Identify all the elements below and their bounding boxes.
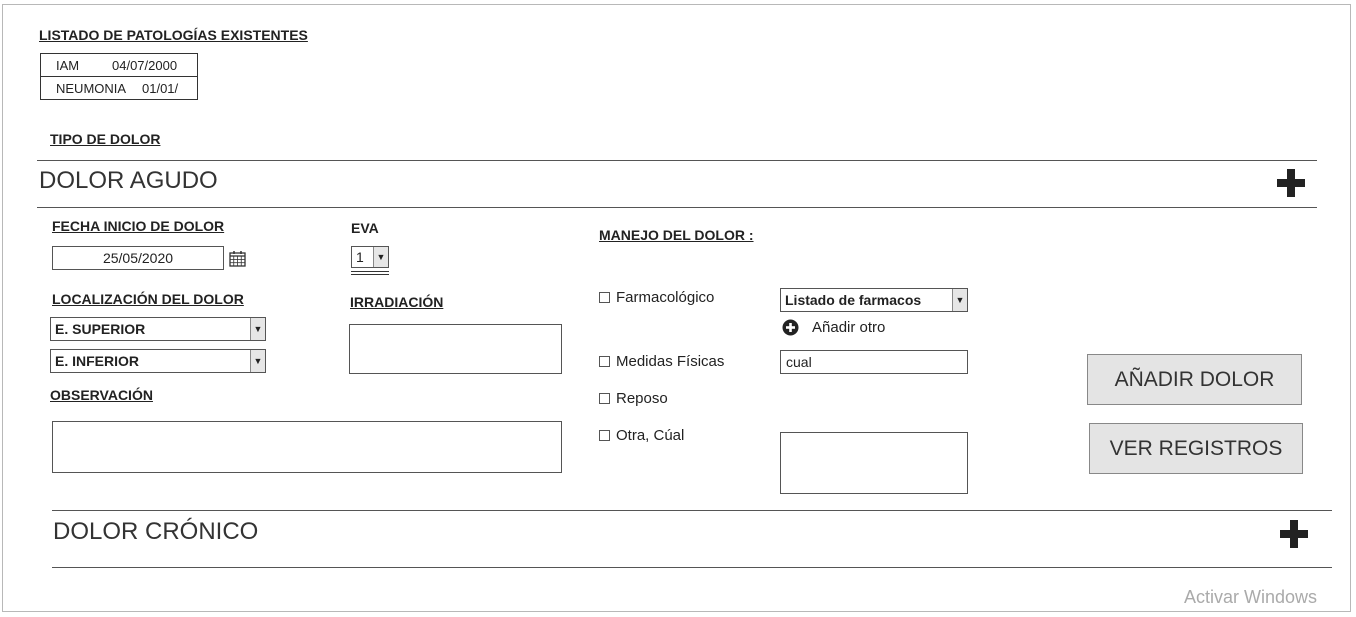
checkbox-box[interactable] [599,356,610,367]
divider [52,567,1332,568]
eva-label: EVA [351,220,379,236]
dolor-agudo-title[interactable]: DOLOR AGUDO [39,167,218,195]
eva-underline [351,274,389,275]
anadir-dolor-button[interactable]: AÑADIR DOLOR [1087,354,1302,405]
tipo-dolor-label: TIPO DE DOLOR [50,131,161,147]
chevron-down-icon[interactable]: ▼ [373,247,388,267]
localizacion-value-2: E. INFERIOR [55,353,140,369]
farmacologico-label: Farmacológico [616,289,715,306]
farmacos-value: Listado de farmacos [785,292,922,308]
farmacologico-checkbox[interactable]: Farmacológico [599,289,714,306]
patologias-table: IAM 04/07/2000 NEUMONIA 01/01/ [40,53,198,100]
localizacion-select-2[interactable]: E. INFERIOR ▼ [50,349,266,373]
anadir-otro-link[interactable]: Añadir otro [782,319,885,336]
divider [37,160,1317,161]
medidas-label: Medidas Físicas [616,353,725,370]
chevron-down-icon[interactable]: ▼ [250,318,265,340]
patologia-name: IAM [56,57,80,73]
patologia-date: 01/01/ [142,80,179,96]
otra-textarea[interactable] [780,432,968,494]
divider [52,510,1332,511]
patologias-title: LISTADO DE PATOLOGÍAS EXISTENTES [39,27,308,43]
eva-underline [351,271,389,272]
divider [37,207,1317,208]
otra-checkbox[interactable]: Otra, Cúal [599,427,684,444]
checkbox-box[interactable] [599,292,610,303]
cual-input[interactable]: cual [780,350,968,374]
otra-label: Otra, Cúal [616,427,685,444]
windows-watermark: Activar Windows [1184,587,1318,607]
irradiacion-label: IRRADIACIÓN [350,294,444,310]
eva-select[interactable]: 1 ▼ [351,246,389,268]
ver-registros-button[interactable]: VER REGISTROS [1089,423,1303,474]
observacion-textarea[interactable] [52,421,562,473]
patologia-date: 04/07/2000 [112,57,178,73]
checkbox-box[interactable] [599,430,610,441]
chevron-down-icon[interactable]: ▼ [952,289,967,311]
table-row[interactable]: IAM 04/07/2000 [41,54,197,76]
add-circle-icon[interactable] [782,319,799,336]
fecha-input[interactable]: 25/05/2020 [52,246,224,270]
reposo-checkbox[interactable]: Reposo [599,390,668,407]
table-row[interactable]: NEUMONIA 01/01/ [41,76,197,99]
irradiacion-textarea[interactable] [349,324,562,374]
eva-value: 1 [356,249,364,265]
observacion-label: OBSERVACIÓN [50,387,153,403]
expand-dolor-agudo-plus-icon[interactable] [1275,167,1307,199]
patologia-name: NEUMONIA [56,80,127,96]
localizacion-value-1: E. SUPERIOR [55,321,146,337]
localizacion-select-1[interactable]: E. SUPERIOR ▼ [50,317,266,341]
reposo-label: Reposo [616,390,668,407]
localizacion-label: LOCALIZACIÓN DEL DOLOR [52,291,244,307]
dolor-cronico-title[interactable]: DOLOR CRÓNICO [53,518,258,546]
checkbox-box[interactable] [599,393,610,404]
anadir-otro-label: Añadir otro [812,319,886,336]
calendar-icon[interactable] [229,250,246,267]
fecha-label: FECHA INICIO DE DOLOR [52,218,225,234]
farmacos-select[interactable]: Listado de farmacos ▼ [780,288,968,312]
medidas-checkbox[interactable]: Medidas Físicas [599,353,724,370]
expand-dolor-cronico-plus-icon[interactable] [1278,518,1310,550]
manejo-label: MANEJO DEL DOLOR : [599,227,754,243]
chevron-down-icon[interactable]: ▼ [250,350,265,372]
